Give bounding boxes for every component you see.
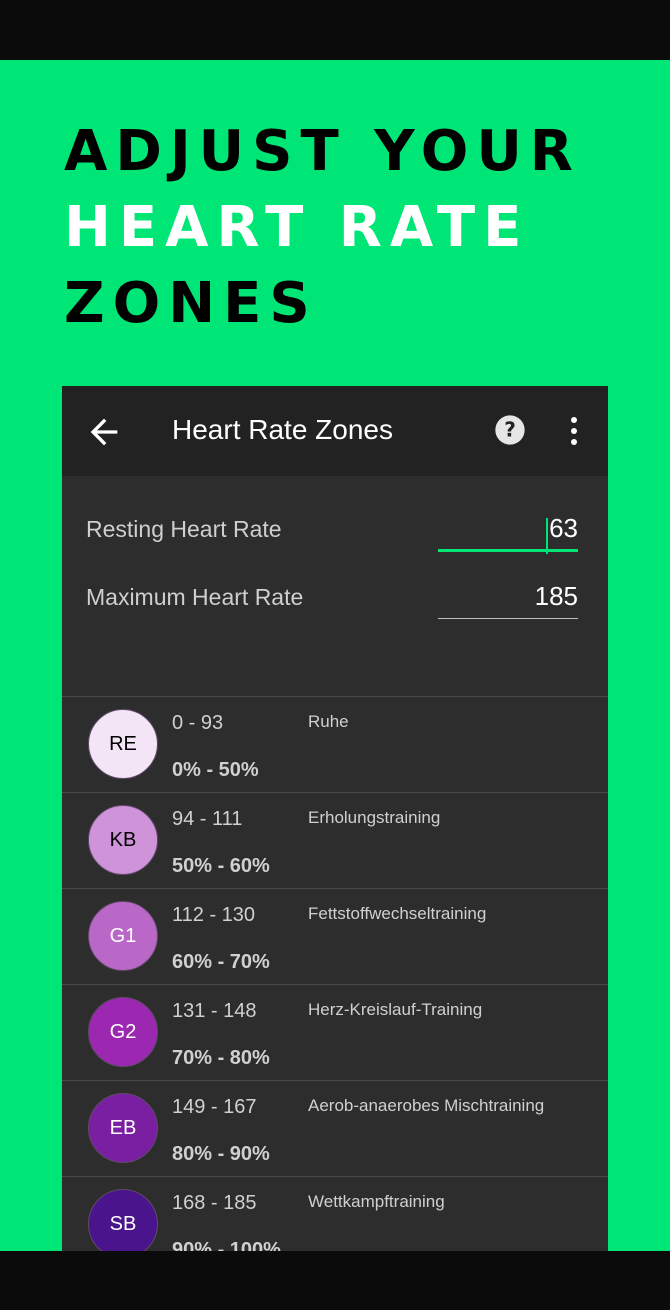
- zone-name: Wettkampftraining: [308, 1192, 445, 1211]
- help-circle-icon: ?: [495, 415, 525, 445]
- arrow-left-icon: [90, 418, 118, 446]
- app-screen: Heart Rate Zones ? Resting Heart Rate 63…: [62, 386, 608, 1251]
- zone-row[interactable]: G1 112 - 130 60% - 70% Fettstoffwechselt…: [62, 889, 608, 985]
- maximum-hr-input[interactable]: [438, 576, 578, 616]
- zone-row[interactable]: KB 94 - 111 50% - 60% Erholungstraining: [62, 793, 608, 889]
- zone-percent-range: 80% - 90%: [172, 1143, 270, 1165]
- resting-hr-row: Resting Heart Rate: [62, 502, 608, 562]
- zone-bpm-range: 0 - 93: [172, 712, 224, 734]
- zone-badge: G1: [88, 901, 158, 971]
- headline-line-1: ADJUST YOUR: [64, 119, 581, 184]
- zone-badge: RE: [88, 709, 158, 779]
- promo-headline: ADJUST YOUR HEART RATE ZONES: [64, 114, 581, 342]
- promo-background: ADJUST YOUR HEART RATE ZONES Heart Rate …: [0, 60, 670, 1251]
- zone-name: Aerob-anaerobes Mischtraining: [308, 1096, 545, 1115]
- zone-name: Herz-Kreislauf-Training: [308, 1000, 483, 1019]
- status-bar-area: [0, 0, 670, 60]
- zone-badge: KB: [88, 805, 158, 875]
- svg-text:?: ?: [504, 418, 516, 442]
- help-button[interactable]: ?: [494, 414, 526, 446]
- maximum-hr-underline: [438, 618, 578, 619]
- page-title: Heart Rate Zones: [172, 414, 393, 445]
- more-vertical-icon: [571, 417, 577, 445]
- zone-row[interactable]: RE 0 - 93 0% - 50% Ruhe: [62, 697, 608, 793]
- zone-name: Ruhe: [308, 712, 349, 731]
- zone-badge: EB: [88, 1093, 158, 1163]
- zone-row[interactable]: SB 168 - 185 90% - 100% Wettkampftrainin…: [62, 1177, 608, 1251]
- maximum-hr-label: Maximum Heart Rate: [86, 584, 304, 610]
- back-button[interactable]: [84, 412, 124, 452]
- zone-percent-range: 50% - 60%: [172, 855, 270, 877]
- resting-hr-underline: [438, 549, 578, 552]
- zone-name: Fettstoffwechseltraining: [308, 904, 487, 923]
- resting-hr-input[interactable]: [438, 508, 578, 548]
- zone-row[interactable]: EB 149 - 167 80% - 90% Aerob-anaerobes M…: [62, 1081, 608, 1177]
- headline-line-2: HEART RATE: [64, 195, 530, 260]
- zone-bpm-range: 149 - 167: [172, 1096, 257, 1118]
- zone-name: Erholungstraining: [308, 808, 441, 827]
- headline-line-3: ZONES: [64, 271, 318, 336]
- zone-percent-range: 70% - 80%: [172, 1047, 270, 1069]
- zone-bpm-range: 94 - 111: [172, 808, 243, 830]
- zone-bpm-range: 131 - 148: [172, 1000, 257, 1022]
- resting-hr-label: Resting Heart Rate: [86, 516, 282, 542]
- zone-bpm-range: 112 - 130: [172, 904, 256, 926]
- zone-bpm-range: 168 - 185: [172, 1192, 257, 1214]
- zone-badge: G2: [88, 997, 158, 1067]
- zone-row[interactable]: G2 131 - 148 70% - 80% Herz-Kreislauf-Tr…: [62, 985, 608, 1081]
- navigation-bar-area: [0, 1251, 670, 1310]
- zone-percent-range: 0% - 50%: [172, 759, 259, 781]
- maximum-hr-row: Maximum Heart Rate: [62, 570, 608, 630]
- zone-percent-range: 60% - 70%: [172, 951, 270, 973]
- zone-badge: SB: [88, 1189, 158, 1251]
- zone-list: RE 0 - 93 0% - 50% Ruhe KB 94 - 111 50% …: [62, 697, 608, 1251]
- zone-percent-range: 90% - 100%: [172, 1239, 281, 1251]
- more-options-button[interactable]: [562, 414, 586, 448]
- app-bar: Heart Rate Zones ?: [62, 386, 608, 476]
